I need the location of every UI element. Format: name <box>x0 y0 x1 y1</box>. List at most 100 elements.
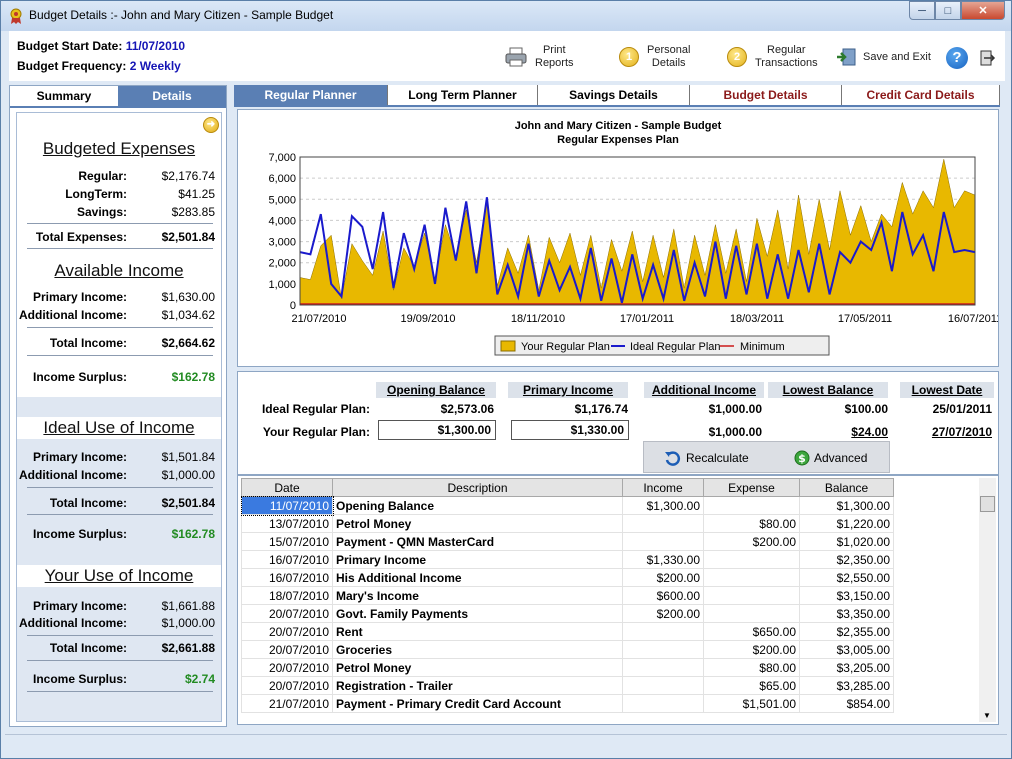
help-button[interactable]: ? <box>946 47 968 69</box>
row-description: Mary's Income <box>332 586 623 605</box>
transactions-panel: Date Description Income Expense Balance … <box>237 475 999 725</box>
table-row[interactable]: 20/07/2010 Govt. Family Payments $200.00 $3… <box>241 604 894 623</box>
window-title: Budget Details :- John and Mary Citizen … <box>29 8 334 22</box>
tab-savings-details[interactable]: Savings Details <box>538 85 690 105</box>
tab-regular-planner[interactable]: Regular Planner <box>234 85 388 105</box>
total-income-row: Total Income: $2,664.62 <box>17 336 221 354</box>
primary-income-input[interactable]: $1,330.00 <box>511 420 629 440</box>
primary-income-header: Primary Income <box>508 382 628 398</box>
your-additional-income: $1,000.00 <box>708 425 762 439</box>
col-date[interactable]: Date <box>241 478 333 497</box>
table-scrollbar[interactable]: ▼ <box>979 478 996 722</box>
ideal-use-section: Ideal Use of Income Primary Income: $1,50… <box>17 417 221 567</box>
advanced-button[interactable]: $ Advanced <box>794 450 867 466</box>
maximize-button[interactable]: □ <box>935 1 961 20</box>
app-window: Budget Details :- John and Mary Citizen … <box>0 0 1012 759</box>
row-date: 20/07/2010 <box>241 622 333 641</box>
tab-long-term-planner[interactable]: Long Term Planner <box>388 85 538 105</box>
your-lowest-date: 27/07/2010 <box>931 425 992 439</box>
exit-door-icon[interactable] <box>978 49 996 67</box>
col-income[interactable]: Income <box>622 478 704 497</box>
print-label-2: Reports <box>535 57 574 69</box>
table-row[interactable]: 13/07/2010 Petrol Money $80.00 $1,220.00 <box>241 514 894 533</box>
table-row[interactable]: 16/07/2010 His Additional Income $200.00 $2… <box>241 568 894 587</box>
y-tick-label: 0 <box>290 300 296 312</box>
table-row[interactable]: 20/07/2010 Petrol Money $80.00 $3,205.00 <box>241 658 894 677</box>
row-balance: $3,005.00 <box>799 640 894 659</box>
row-income: $1,330.00 <box>622 550 704 569</box>
x-tick-label: 18/03/2011 <box>730 313 784 325</box>
personal-details-button[interactable]: 1 Personal Details <box>619 41 690 73</box>
tab-credit-card-details[interactable]: Credit Card Details <box>842 85 1000 105</box>
row-description: Opening Balance <box>332 496 623 515</box>
row-expense: $65.00 <box>703 676 800 695</box>
row-date: 20/07/2010 <box>241 676 333 695</box>
ideal-primary-income: $1,176.74 <box>574 402 628 416</box>
budget-frequency-line: Budget Frequency: 2 Weekly <box>17 59 181 73</box>
total-income-value: $2,664.62 <box>161 336 215 350</box>
available-income-title: Available Income <box>54 261 184 280</box>
your-plan-area <box>299 159 976 306</box>
col-balance[interactable]: Balance <box>799 478 894 497</box>
tab-budget-details[interactable]: Budget Details <box>690 85 842 105</box>
primary-income-label: Primary Income: <box>32 290 127 304</box>
start-date-label: Budget Start Date: <box>17 39 123 53</box>
col-expense[interactable]: Expense <box>703 478 800 497</box>
y-tick-label: 3,000 <box>268 237 296 249</box>
col-description[interactable]: Description <box>332 478 623 497</box>
title-bar: Budget Details :- John and Mary Citizen … <box>1 1 1011 31</box>
save-and-exit-button[interactable]: Save and Exit <box>835 41 931 73</box>
row-description: Payment - Primary Credit Card Account <box>332 694 623 713</box>
table-row[interactable]: 11/07/2010 Opening Balance $1,300.00 $1,300… <box>240 495 894 516</box>
legend-label: Your Regular Plan <box>521 341 610 353</box>
regular-transactions-button[interactable]: 2 Regular Transactions <box>727 41 818 73</box>
print-reports-button[interactable]: Print Reports <box>505 41 574 73</box>
longterm-value: $41.25 <box>178 187 215 201</box>
row-expense <box>703 604 800 623</box>
longterm-row: LongTerm: $41.25 <box>17 187 221 205</box>
table-row[interactable]: 16/07/2010 Primary Income $1,330.00 $2,350.… <box>241 550 894 569</box>
budget-start-line: Budget Start Date: 11/07/2010 <box>17 39 185 53</box>
scroll-thumb[interactable] <box>980 496 995 512</box>
minimize-button[interactable]: ─ <box>909 1 935 20</box>
planner-tabs: Regular Planner Long Term Planner Saving… <box>234 85 1000 107</box>
minimize-icon: ─ <box>918 4 926 17</box>
scroll-down-icon[interactable]: ▼ <box>983 711 991 720</box>
ideal-additional-value: $1,000.00 <box>161 468 215 482</box>
opening-balance-input[interactable]: $1,300.00 <box>378 420 496 440</box>
additional-income-header: Additional Income <box>644 382 764 398</box>
row-expense <box>703 586 800 605</box>
row-date: 16/07/2010 <box>241 568 333 587</box>
tab-details[interactable]: Details <box>118 86 226 106</box>
your-primary-value: $1,661.88 <box>161 599 215 613</box>
divider <box>27 487 213 488</box>
table-row[interactable]: 20/07/2010 Registration - Trailer $65.00 $3… <box>241 676 894 695</box>
y-tick-label: 2,000 <box>268 258 296 270</box>
row-expense <box>703 568 800 587</box>
row-date: 16/07/2010 <box>241 550 333 569</box>
row-income: $600.00 <box>622 586 704 605</box>
close-icon: ✕ <box>978 5 988 17</box>
your-additional-row: Additional Income: $1,000.00 <box>17 616 221 634</box>
your-total-label: Total Income: <box>49 641 127 655</box>
row-description: Rent <box>332 622 623 641</box>
frequency-label: Budget Frequency: <box>17 59 127 73</box>
regular-label-1: Regular <box>767 44 806 56</box>
summary-panel: Summary Details ➜ Budgeted Expenses Regu… <box>9 85 227 727</box>
table-row[interactable]: 20/07/2010 Rent $650.00 $2,355.00 <box>241 622 894 641</box>
divider <box>27 248 213 249</box>
ideal-surplus-row: Income Surplus: $162.78 <box>17 527 221 545</box>
tab-summary[interactable]: Summary <box>10 86 118 106</box>
go-arrow-icon[interactable]: ➜ <box>203 117 219 133</box>
ideal-lowest-balance: $100.00 <box>844 402 888 416</box>
recalculate-button[interactable]: Recalculate <box>664 450 749 466</box>
row-description: Petrol Money <box>332 658 623 677</box>
row-income <box>622 622 704 641</box>
table-row[interactable]: 21/07/2010 Payment - Primary Credit Card … <box>241 694 894 713</box>
table-row[interactable]: 15/07/2010 Payment - QMN MasterCard $200.0… <box>241 532 894 551</box>
close-button[interactable]: ✕ <box>961 1 1005 20</box>
primary-income-row: Primary Income: $1,630.00 <box>17 290 221 308</box>
table-row[interactable]: 18/07/2010 Mary's Income $600.00 $3,150.00 <box>241 586 894 605</box>
your-plan-label: Your Regular Plan: <box>262 425 370 439</box>
table-row[interactable]: 20/07/2010 Groceries $200.00 $3,005.00 <box>241 640 894 659</box>
